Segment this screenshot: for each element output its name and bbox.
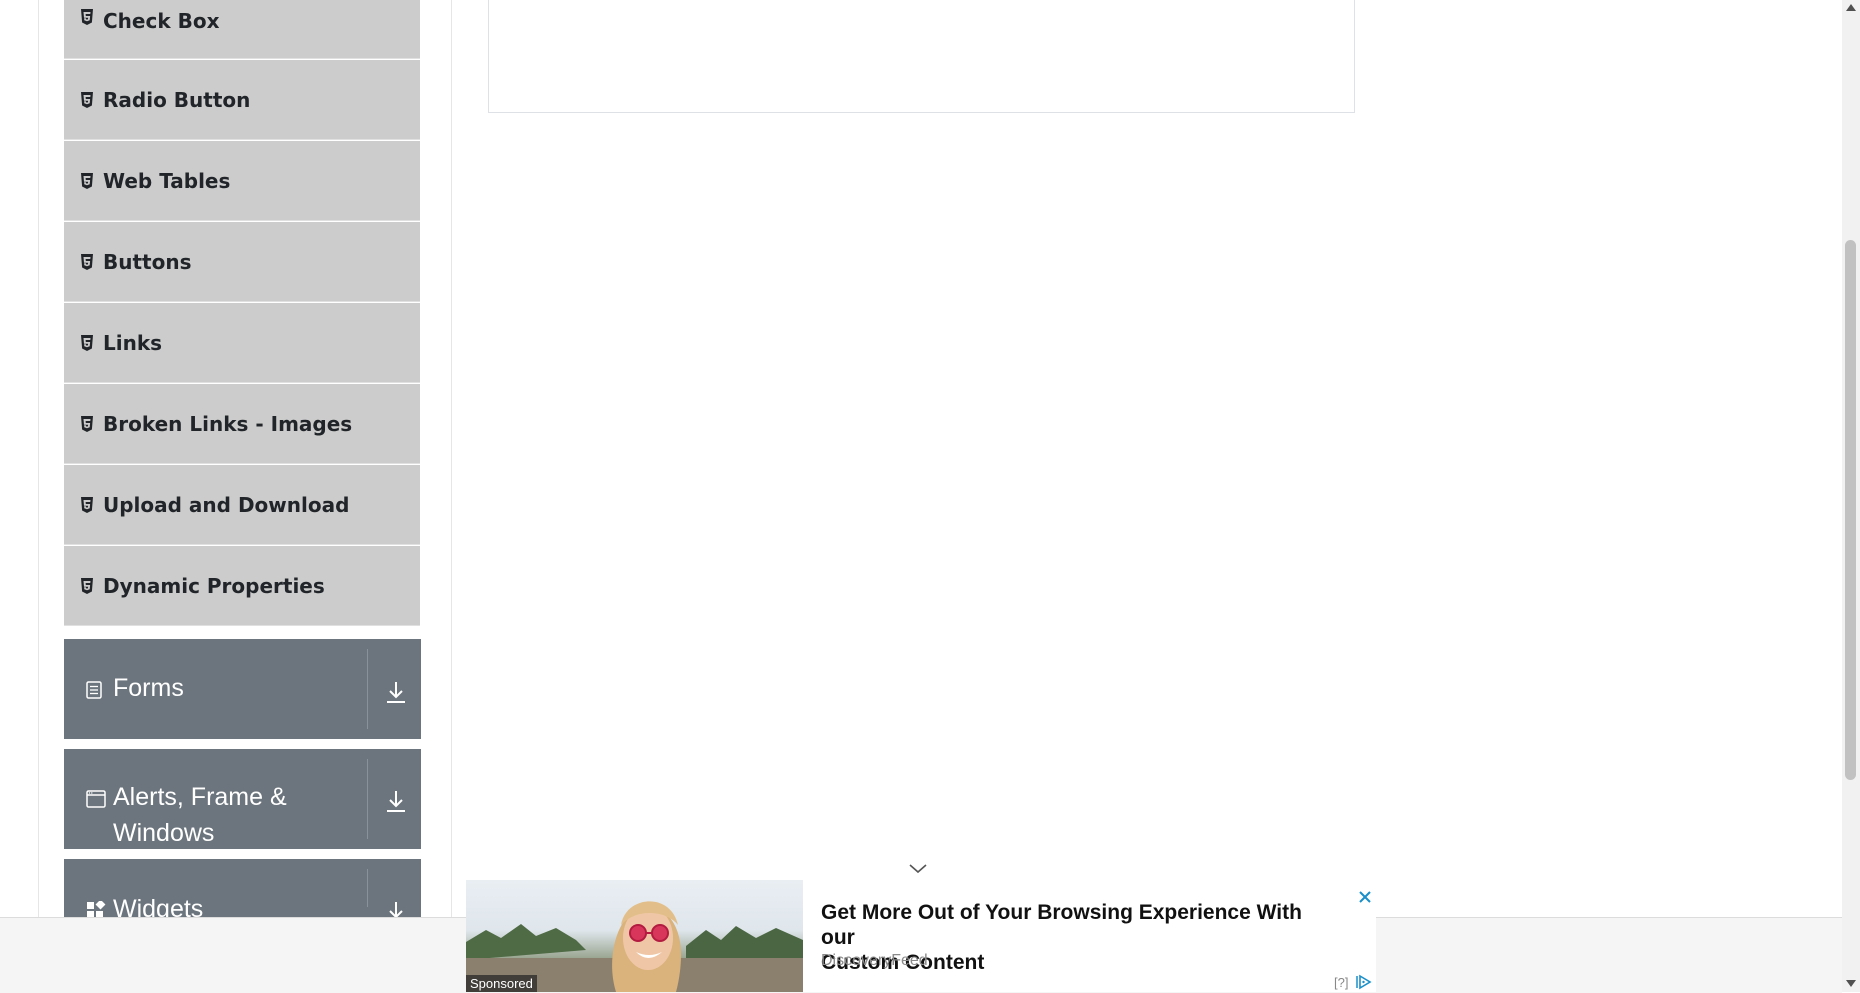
- chevron-down-icon[interactable]: [908, 862, 928, 876]
- html5-icon: [81, 172, 93, 189]
- adchoices-icon[interactable]: [1356, 974, 1372, 990]
- html5-icon: [81, 253, 93, 270]
- group-label: Forms: [113, 674, 184, 702]
- ad-info-link[interactable]: [?]: [1334, 975, 1348, 990]
- download-arrow-icon[interactable]: [384, 900, 408, 917]
- menu-item-upload-download[interactable]: Upload and Download: [64, 465, 420, 545]
- scroll-down-arrow-icon[interactable]: [1846, 980, 1856, 987]
- menu-item-label: Radio Button: [103, 87, 251, 112]
- browser-window-icon: [86, 790, 106, 808]
- scrollbar-thumb[interactable]: [1845, 240, 1856, 780]
- html5-icon: [81, 415, 93, 432]
- menu-item-radio-button[interactable]: Radio Button: [64, 60, 420, 140]
- download-arrow-icon[interactable]: [384, 680, 408, 704]
- group-header-alerts-frame-windows[interactable]: Alerts, Frame & Windows: [64, 749, 421, 849]
- group-label: Alerts, Frame &: [113, 783, 287, 811]
- menu-item-label: Broken Links - Images: [103, 411, 353, 436]
- elements-menu-list: Check Box Radio Button Web Tables Button…: [64, 0, 420, 627]
- sponsored-ad[interactable]: Sponsored Get More Out of Your Browsing …: [466, 880, 1376, 992]
- ad-image[interactable]: Sponsored: [466, 880, 803, 992]
- group-label: Widgets: [113, 895, 204, 917]
- html5-icon: [81, 577, 93, 594]
- sponsored-label: Sponsored: [466, 975, 537, 992]
- group-header-widgets[interactable]: Widgets: [64, 859, 421, 917]
- group-divider: [367, 869, 368, 907]
- menu-item-buttons[interactable]: Buttons: [64, 222, 420, 302]
- group-label-line-2: Windows: [113, 819, 215, 847]
- group-header-forms[interactable]: Forms: [64, 639, 421, 739]
- html5-icon: [81, 334, 93, 351]
- menu-item-label: Buttons: [103, 249, 192, 274]
- ad-headline-line-1: Get More Out of Your Browsing Experience…: [821, 901, 1302, 949]
- html5-icon: [81, 9, 93, 25]
- menu-item-label: Links: [103, 330, 163, 355]
- menu-item-check-box[interactable]: Check Box: [64, 0, 420, 59]
- menu-item-broken-links[interactable]: Broken Links - Images: [64, 384, 420, 464]
- group-divider: [367, 649, 368, 729]
- scroll-up-arrow-icon[interactable]: [1846, 4, 1856, 11]
- menu-item-label: Web Tables: [103, 168, 231, 193]
- html5-icon: [81, 91, 93, 108]
- menu-item-label: Upload and Download: [103, 492, 350, 517]
- ad-source[interactable]: DiscoveryFeed: [821, 952, 928, 970]
- menu-item-dynamic-properties[interactable]: Dynamic Properties: [64, 546, 420, 626]
- menu-item-links[interactable]: Links: [64, 303, 420, 383]
- menu-item-web-tables[interactable]: Web Tables: [64, 141, 420, 221]
- group-divider: [367, 759, 368, 839]
- download-arrow-icon[interactable]: [384, 789, 408, 813]
- content-output-box: [488, 0, 1355, 113]
- vertical-scrollbar[interactable]: [1842, 0, 1860, 992]
- html5-icon: [81, 496, 93, 513]
- form-document-icon: [86, 681, 102, 699]
- widgets-icon: [87, 901, 106, 917]
- menu-item-label: Check Box: [103, 9, 220, 33]
- close-icon[interactable]: [1358, 890, 1372, 904]
- menu-item-label: Dynamic Properties: [103, 573, 325, 598]
